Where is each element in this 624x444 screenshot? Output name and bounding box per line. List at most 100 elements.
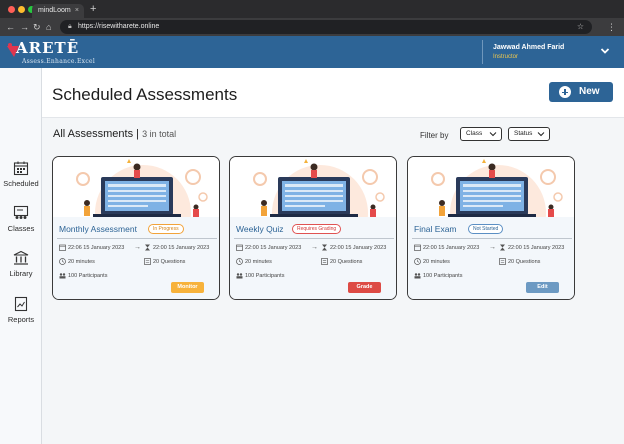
- participants-text: 100 Participants: [245, 273, 285, 279]
- sidebar-item-label: Library: [9, 269, 33, 278]
- assessment-card[interactable]: Final Exam Not Started 22:00 15 January …: [407, 156, 575, 300]
- bookmark-star-icon[interactable]: ☆: [577, 20, 584, 34]
- hourglass-icon: [322, 244, 327, 251]
- browser-tabbar: mindLoom × +: [0, 0, 624, 18]
- forward-arrow-icon[interactable]: →: [20, 20, 29, 34]
- browser-menu-icon[interactable]: ⋮: [607, 20, 616, 34]
- card-divider: [412, 238, 572, 239]
- header-divider: [482, 40, 483, 64]
- assessment-illustration: [408, 157, 574, 217]
- status-filter-select[interactable]: Status: [508, 127, 550, 141]
- card-title[interactable]: Monthly Assessment: [59, 224, 137, 234]
- address-bar[interactable]: 🔒︎ https://risewitharete.online ☆: [60, 20, 592, 34]
- duration-text: 20 minutes: [423, 259, 450, 265]
- clock-icon: [59, 258, 66, 265]
- question-count-text: 20 Questions: [330, 259, 363, 265]
- arrow-right-icon: →: [134, 244, 141, 251]
- class-filter-select[interactable]: Class: [460, 127, 502, 141]
- sidebar-item-classes[interactable]: Classes: [0, 205, 42, 233]
- card-title[interactable]: Final Exam: [414, 224, 457, 234]
- participants: 100 Participants: [236, 272, 306, 280]
- browser-tab-title: mindLoom: [38, 7, 71, 14]
- start-time: 22:06 15 January 2023: [59, 244, 131, 252]
- question-count: 20 Questions: [144, 258, 214, 266]
- participants-text: 100 Participants: [423, 273, 463, 279]
- monitor-button[interactable]: Monitor: [171, 282, 204, 293]
- card-divider: [234, 238, 394, 239]
- assessment-card[interactable]: Weekly Quiz Requires Grading 22:00 15 Ja…: [229, 156, 397, 300]
- section-title: All Assessments | 3 in total: [53, 128, 176, 140]
- window-minimize-button[interactable]: [18, 6, 25, 13]
- main-content: Scheduled Assessments New All Assessment…: [42, 68, 624, 444]
- assessment-card[interactable]: Monthly Assessment In Progress 22:06 15 …: [52, 156, 220, 300]
- grade-button[interactable]: Grade: [348, 282, 381, 293]
- participants-text: 100 Participants: [68, 273, 108, 279]
- status-filter-value: Status: [514, 130, 533, 137]
- duration: 20 minutes: [59, 258, 129, 266]
- status-badge: Requires Grading: [292, 224, 342, 234]
- start-time: 22:00 15 January 2023: [236, 244, 308, 252]
- card-body: Monthly Assessment In Progress 22:06 15 …: [53, 217, 219, 299]
- chevron-down-icon: [489, 132, 497, 137]
- participants: 100 Participants: [59, 272, 129, 280]
- class-filter-value: Class: [466, 130, 483, 137]
- question-count: 20 Questions: [499, 258, 569, 266]
- question-sheet-icon: [144, 258, 151, 265]
- hourglass-icon: [500, 244, 505, 251]
- edit-button[interactable]: Edit: [526, 282, 559, 293]
- card-body: Final Exam Not Started 22:00 15 January …: [408, 217, 574, 299]
- logo-text: ARETĒ: [16, 39, 80, 57]
- end-time-text: 22:00 15 January 2023: [508, 245, 565, 251]
- assessment-illustration: [230, 157, 396, 217]
- end-time: 22:00 15 January 2023: [144, 244, 218, 252]
- clock-icon: [236, 258, 243, 265]
- start-time-text: 22:06 15 January 2023: [68, 245, 125, 251]
- browser-tab[interactable]: mindLoom ×: [32, 4, 84, 18]
- back-arrow-icon[interactable]: ←: [6, 20, 15, 34]
- arete-logo[interactable]: ARETĒ Assess.Enhance.Excel: [4, 38, 124, 66]
- browser-toolbar: ← → ↻ ⌂ 🔒︎ https://risewitharete.online …: [0, 18, 624, 36]
- start-time: 22:00 15 January 2023: [414, 244, 486, 252]
- page-title: Scheduled Assessments: [52, 85, 238, 104]
- sidebar-item-reports[interactable]: Reports: [0, 296, 42, 324]
- sidebar: Scheduled Classes Library Reports: [0, 68, 42, 444]
- report-icon: [14, 296, 28, 312]
- end-time-text: 22:00 15 January 2023: [153, 245, 210, 251]
- duration: 20 minutes: [414, 258, 484, 266]
- section-title-text: All Assessments: [53, 128, 134, 140]
- classroom-icon: [13, 205, 29, 219]
- sidebar-item-label: Reports: [7, 315, 35, 324]
- tab-close-icon[interactable]: ×: [75, 4, 79, 18]
- calendar-clock-icon: [59, 244, 66, 251]
- hourglass-icon: [145, 244, 150, 251]
- section-separator: |: [133, 128, 143, 140]
- sidebar-item-library[interactable]: Library: [0, 250, 42, 278]
- lock-icon: 🔒︎: [68, 23, 72, 30]
- new-assessment-button[interactable]: New: [549, 82, 613, 102]
- library-icon: [13, 250, 29, 265]
- card-title[interactable]: Weekly Quiz: [236, 224, 284, 234]
- status-badge: In Progress: [148, 224, 184, 234]
- arrow-right-icon: →: [311, 244, 318, 251]
- new-button-label: New: [579, 86, 600, 97]
- reload-icon[interactable]: ↻: [33, 20, 41, 34]
- filter-label: Filter by: [420, 131, 449, 140]
- plus-icon: [559, 86, 571, 98]
- end-time: 22:00 15 January 2023: [321, 244, 395, 252]
- sidebar-item-label: Classes: [7, 224, 35, 233]
- home-icon[interactable]: ⌂: [46, 20, 51, 34]
- sidebar-item-scheduled[interactable]: Scheduled: [0, 160, 42, 188]
- clock-icon: [414, 258, 421, 265]
- user-name[interactable]: Jawwad Ahmed Farid: [493, 44, 564, 51]
- duration-text: 20 minutes: [68, 259, 95, 265]
- calendar-clock-icon: [236, 244, 243, 251]
- app-header: ARETĒ Assess.Enhance.Excel Jawwad Ahmed …: [0, 36, 624, 68]
- calendar-clock-icon: [414, 244, 421, 251]
- participants-icon: [414, 273, 421, 279]
- window-close-button[interactable]: [8, 6, 15, 13]
- chevron-down-icon[interactable]: [600, 46, 610, 56]
- new-tab-button[interactable]: +: [90, 3, 96, 15]
- chevron-down-icon: [537, 132, 545, 137]
- card-body: Weekly Quiz Requires Grading 22:00 15 Ja…: [230, 217, 396, 299]
- logo-tagline: Assess.Enhance.Excel: [22, 58, 96, 65]
